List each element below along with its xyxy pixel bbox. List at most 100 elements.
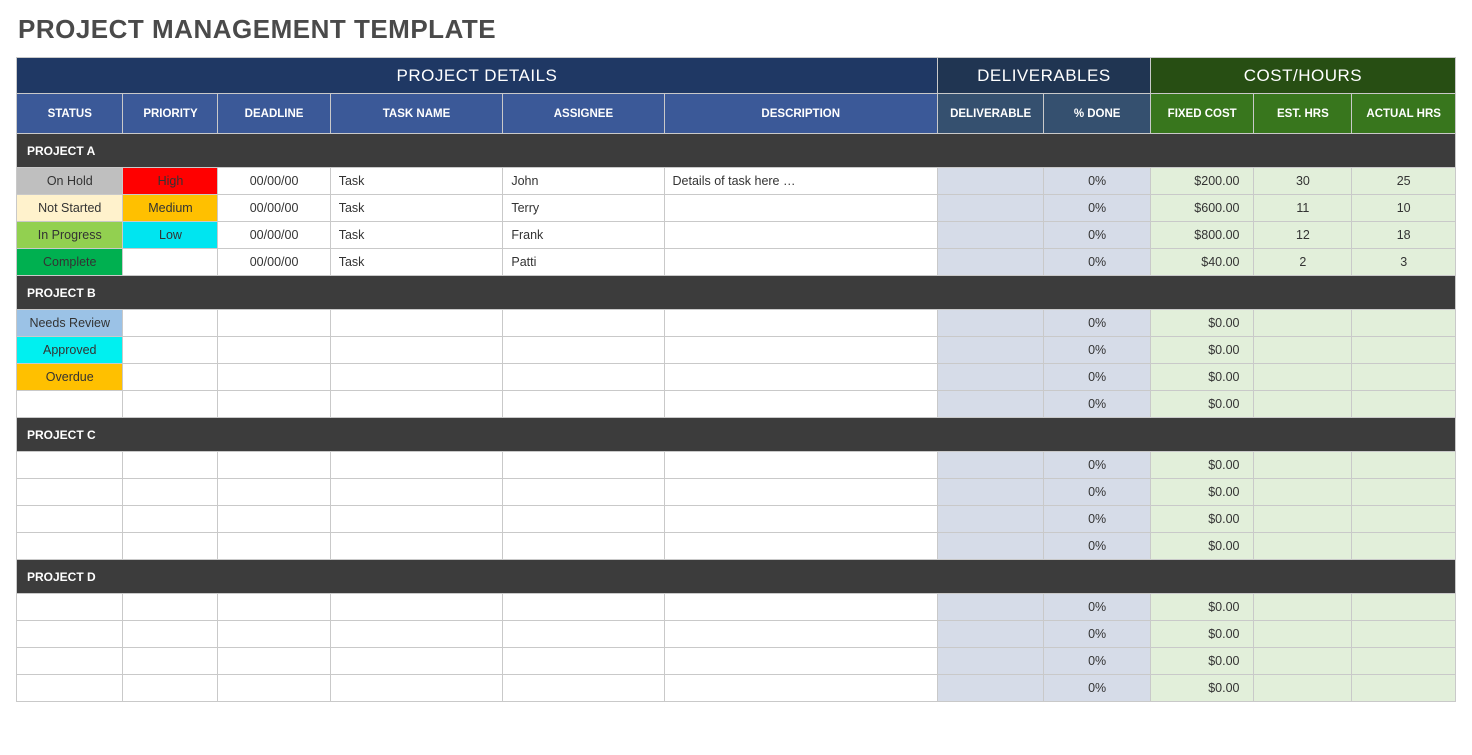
description-cell[interactable] xyxy=(664,506,937,533)
deliverable-cell[interactable] xyxy=(937,594,1043,621)
est-hrs-cell[interactable] xyxy=(1254,337,1352,364)
est-hrs-cell[interactable] xyxy=(1254,364,1352,391)
actual-hrs-cell[interactable] xyxy=(1352,648,1456,675)
actual-hrs-cell[interactable]: 25 xyxy=(1352,168,1456,195)
est-hrs-cell[interactable] xyxy=(1254,533,1352,560)
assignee-cell[interactable] xyxy=(503,391,664,418)
pct-done-cell[interactable]: 0% xyxy=(1044,195,1150,222)
deliverable-cell[interactable] xyxy=(937,310,1043,337)
task-cell[interactable] xyxy=(330,479,503,506)
est-hrs-cell[interactable] xyxy=(1254,479,1352,506)
fixed-cost-cell[interactable]: $0.00 xyxy=(1150,391,1254,418)
deliverable-cell[interactable] xyxy=(937,506,1043,533)
actual-hrs-cell[interactable] xyxy=(1352,310,1456,337)
priority-cell[interactable] xyxy=(123,364,218,391)
est-hrs-cell[interactable] xyxy=(1254,675,1352,702)
est-hrs-cell[interactable]: 30 xyxy=(1254,168,1352,195)
deliverable-cell[interactable] xyxy=(937,195,1043,222)
task-cell[interactable] xyxy=(330,364,503,391)
description-cell[interactable]: Details of task here … xyxy=(664,168,937,195)
fixed-cost-cell[interactable]: $800.00 xyxy=(1150,222,1254,249)
deliverable-cell[interactable] xyxy=(937,452,1043,479)
fixed-cost-cell[interactable]: $0.00 xyxy=(1150,310,1254,337)
deadline-cell[interactable] xyxy=(218,675,330,702)
fixed-cost-cell[interactable]: $0.00 xyxy=(1150,533,1254,560)
priority-cell[interactable] xyxy=(123,506,218,533)
pct-done-cell[interactable]: 0% xyxy=(1044,310,1150,337)
task-cell[interactable] xyxy=(330,648,503,675)
pct-done-cell[interactable]: 0% xyxy=(1044,648,1150,675)
fixed-cost-cell[interactable]: $40.00 xyxy=(1150,249,1254,276)
deliverable-cell[interactable] xyxy=(937,621,1043,648)
task-cell[interactable] xyxy=(330,675,503,702)
status-cell[interactable]: In Progress xyxy=(17,222,123,249)
deadline-cell[interactable] xyxy=(218,364,330,391)
deadline-cell[interactable] xyxy=(218,310,330,337)
status-cell[interactable]: Approved xyxy=(17,337,123,364)
deliverable-cell[interactable] xyxy=(937,675,1043,702)
assignee-cell[interactable] xyxy=(503,594,664,621)
actual-hrs-cell[interactable]: 18 xyxy=(1352,222,1456,249)
pct-done-cell[interactable]: 0% xyxy=(1044,479,1150,506)
deadline-cell[interactable] xyxy=(218,391,330,418)
status-cell[interactable]: On Hold xyxy=(17,168,123,195)
assignee-cell[interactable] xyxy=(503,621,664,648)
fixed-cost-cell[interactable]: $0.00 xyxy=(1150,648,1254,675)
status-cell[interactable] xyxy=(17,391,123,418)
assignee-cell[interactable]: Frank xyxy=(503,222,664,249)
task-cell[interactable] xyxy=(330,337,503,364)
fixed-cost-cell[interactable]: $0.00 xyxy=(1150,621,1254,648)
description-cell[interactable] xyxy=(664,621,937,648)
deliverable-cell[interactable] xyxy=(937,168,1043,195)
fixed-cost-cell[interactable]: $0.00 xyxy=(1150,675,1254,702)
est-hrs-cell[interactable] xyxy=(1254,391,1352,418)
priority-cell[interactable]: Medium xyxy=(123,195,218,222)
deliverable-cell[interactable] xyxy=(937,648,1043,675)
fixed-cost-cell[interactable]: $0.00 xyxy=(1150,506,1254,533)
est-hrs-cell[interactable]: 12 xyxy=(1254,222,1352,249)
pct-done-cell[interactable]: 0% xyxy=(1044,391,1150,418)
description-cell[interactable] xyxy=(664,337,937,364)
deadline-cell[interactable]: 00/00/00 xyxy=(218,195,330,222)
description-cell[interactable] xyxy=(664,675,937,702)
status-cell[interactable]: Overdue xyxy=(17,364,123,391)
est-hrs-cell[interactable]: 11 xyxy=(1254,195,1352,222)
assignee-cell[interactable] xyxy=(503,479,664,506)
task-cell[interactable] xyxy=(330,310,503,337)
fixed-cost-cell[interactable]: $0.00 xyxy=(1150,479,1254,506)
est-hrs-cell[interactable] xyxy=(1254,594,1352,621)
pct-done-cell[interactable]: 0% xyxy=(1044,337,1150,364)
status-cell[interactable]: Not Started xyxy=(17,195,123,222)
est-hrs-cell[interactable] xyxy=(1254,310,1352,337)
assignee-cell[interactable] xyxy=(503,310,664,337)
deadline-cell[interactable] xyxy=(218,506,330,533)
assignee-cell[interactable]: John xyxy=(503,168,664,195)
deliverable-cell[interactable] xyxy=(937,533,1043,560)
deadline-cell[interactable]: 00/00/00 xyxy=(218,222,330,249)
priority-cell[interactable] xyxy=(123,621,218,648)
actual-hrs-cell[interactable] xyxy=(1352,621,1456,648)
deliverable-cell[interactable] xyxy=(937,364,1043,391)
priority-cell[interactable] xyxy=(123,310,218,337)
actual-hrs-cell[interactable] xyxy=(1352,506,1456,533)
fixed-cost-cell[interactable]: $0.00 xyxy=(1150,364,1254,391)
status-cell[interactable]: Complete xyxy=(17,249,123,276)
actual-hrs-cell[interactable] xyxy=(1352,337,1456,364)
priority-cell[interactable] xyxy=(123,479,218,506)
assignee-cell[interactable] xyxy=(503,364,664,391)
fixed-cost-cell[interactable]: $0.00 xyxy=(1150,337,1254,364)
deliverable-cell[interactable] xyxy=(937,222,1043,249)
status-cell[interactable] xyxy=(17,506,123,533)
description-cell[interactable] xyxy=(664,648,937,675)
description-cell[interactable] xyxy=(664,222,937,249)
pct-done-cell[interactable]: 0% xyxy=(1044,249,1150,276)
status-cell[interactable] xyxy=(17,452,123,479)
status-cell[interactable]: Needs Review xyxy=(17,310,123,337)
task-cell[interactable] xyxy=(330,594,503,621)
pct-done-cell[interactable]: 0% xyxy=(1044,452,1150,479)
description-cell[interactable] xyxy=(664,452,937,479)
pct-done-cell[interactable]: 0% xyxy=(1044,621,1150,648)
pct-done-cell[interactable]: 0% xyxy=(1044,364,1150,391)
fixed-cost-cell[interactable]: $600.00 xyxy=(1150,195,1254,222)
description-cell[interactable] xyxy=(664,195,937,222)
